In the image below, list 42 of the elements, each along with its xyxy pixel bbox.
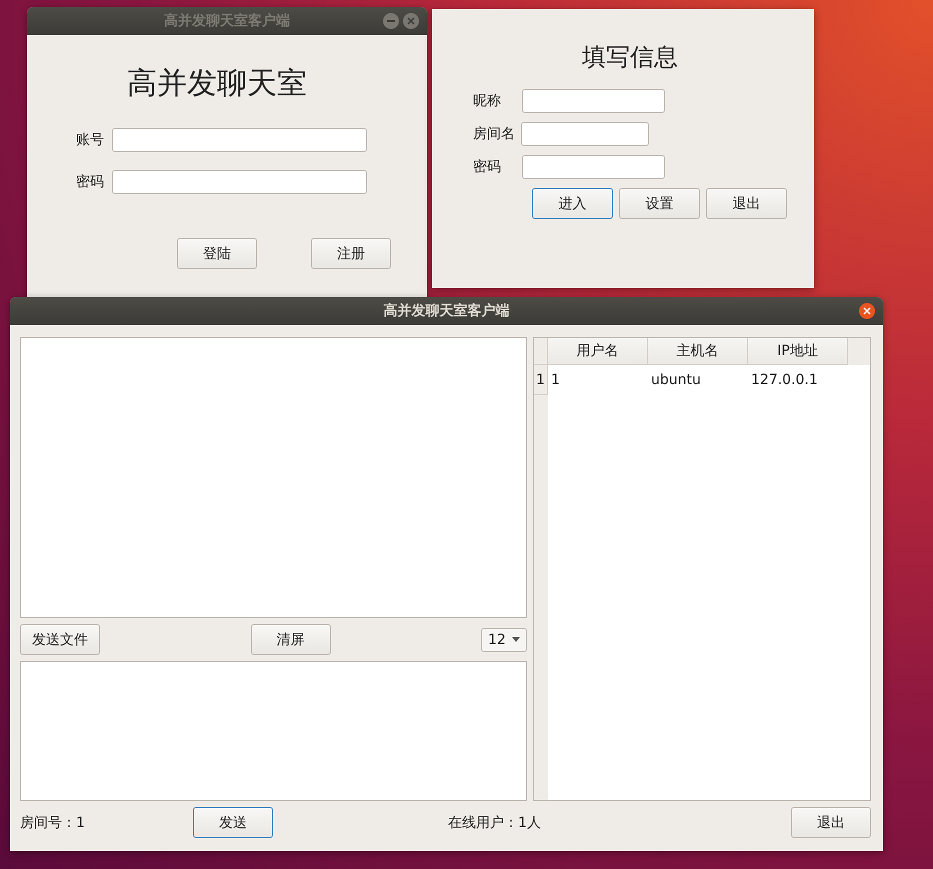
- column-header[interactable]: IP地址: [748, 338, 848, 365]
- window-title: 高并发聊天室客户端: [164, 12, 290, 30]
- message-input[interactable]: [20, 661, 527, 801]
- caret-icon: [512, 637, 520, 642]
- room-number-label: 房间号：1: [20, 814, 85, 832]
- minimize-button[interactable]: [383, 13, 399, 29]
- clear-screen-button[interactable]: 清屏: [250, 624, 330, 655]
- dialog-button[interactable]: 注册: [311, 238, 391, 269]
- dialog-button[interactable]: 登陆: [177, 238, 257, 269]
- field-label: 房间名: [473, 125, 515, 143]
- exit-button[interactable]: 退出: [791, 807, 871, 838]
- minimize-icon: [387, 20, 395, 22]
- info-heading: 填写信息: [581, 42, 679, 73]
- field-label: 密码: [473, 158, 501, 176]
- column-header[interactable]: 用户名: [548, 338, 648, 365]
- dialog-button[interactable]: 退出: [706, 188, 787, 219]
- close-icon: [407, 17, 415, 25]
- header-filler: [848, 338, 870, 365]
- input-field[interactable]: [112, 128, 367, 152]
- login-heading: 高并发聊天室: [126, 65, 308, 103]
- table-cell-text: 127.0.0.1: [750, 371, 819, 390]
- close-button[interactable]: [859, 303, 875, 319]
- dialog-button[interactable]: 设置: [619, 188, 700, 219]
- font-size-dropdown[interactable]: 12: [481, 628, 527, 652]
- close-icon: [863, 307, 871, 315]
- send-button[interactable]: 发送: [193, 807, 273, 838]
- input-field[interactable]: [521, 122, 649, 146]
- input-field[interactable]: [112, 170, 367, 194]
- online-users-label: 在线用户：1人: [448, 814, 541, 832]
- table-cell-text: 1: [550, 371, 561, 390]
- window-title: 高并发聊天室客户端: [384, 302, 510, 320]
- row-number: 1: [534, 365, 548, 395]
- dialog-button[interactable]: 进入: [532, 188, 613, 219]
- input-field[interactable]: [522, 155, 665, 179]
- table-cell-text: ubuntu: [650, 371, 702, 390]
- input-field[interactable]: [522, 89, 665, 113]
- send-file-button[interactable]: 发送文件: [20, 624, 100, 655]
- header-corner: [534, 338, 548, 365]
- field-label: 账号: [76, 131, 104, 149]
- field-label: 密码: [76, 173, 104, 191]
- field-label: 昵称: [473, 92, 501, 110]
- column-header[interactable]: 主机名: [648, 338, 748, 365]
